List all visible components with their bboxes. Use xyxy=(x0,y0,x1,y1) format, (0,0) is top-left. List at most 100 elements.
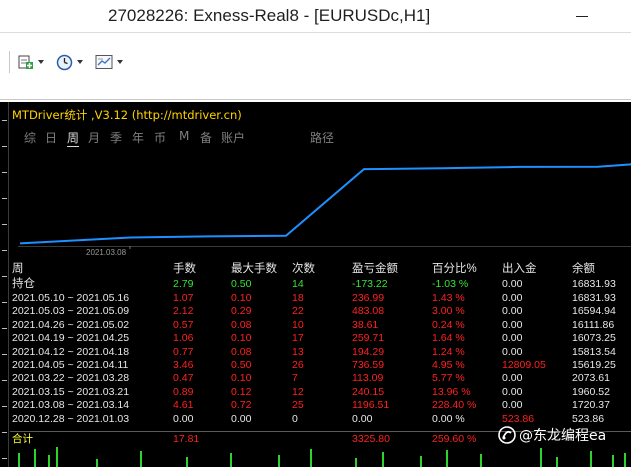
table-cell-balance: 2073.61 xyxy=(572,372,610,384)
table-cell-period: 2020.12.28 ~ 2021.01.03 xyxy=(12,413,130,425)
table-cell-pnl: 1196.51 xyxy=(352,399,390,411)
column-header: 周 xyxy=(12,263,24,275)
table-cell-period: 2021.03.22 ~ 2021.03.28 xyxy=(12,372,130,384)
bilibili-logo-icon xyxy=(498,426,516,444)
clock-icon xyxy=(56,54,73,70)
table-cell-pnl: 240.15 xyxy=(352,386,385,398)
volume-bar xyxy=(34,449,36,467)
table-cell-lots: 0.77 xyxy=(173,346,194,358)
chevron-down-icon xyxy=(117,60,123,64)
column-header: 手数 xyxy=(173,263,196,275)
watermark-text: @东龙编程ea xyxy=(519,428,607,444)
periods-button[interactable] xyxy=(56,50,83,74)
table-cell-lots: 1.06 xyxy=(173,332,194,344)
open-position-label: 持仓 xyxy=(12,278,35,290)
new-chart-icon xyxy=(18,55,33,69)
open-position-count: 14 xyxy=(292,278,304,290)
column-header: 盈亏金额 xyxy=(352,263,398,275)
table-cell-max_lots: 0.12 xyxy=(231,386,252,398)
table-cell-lots: 4.61 xyxy=(173,399,194,411)
volume-bar xyxy=(48,455,50,467)
watermark: @东龙编程ea xyxy=(498,423,606,447)
volume-bar xyxy=(56,447,58,467)
table-cell-flow: 0.00 xyxy=(502,386,523,398)
volume-bar xyxy=(446,450,448,467)
table-cell-count: 13 xyxy=(292,346,304,358)
table-cell-max_lots: 0.08 xyxy=(231,346,252,358)
table-cell-flow: 12809.05 xyxy=(502,359,546,371)
table-cell-period: 2021.04.26 ~ 2021.05.02 xyxy=(12,319,130,331)
volume-bar xyxy=(230,453,232,467)
template-button[interactable] xyxy=(95,50,123,74)
volume-bar xyxy=(624,453,626,467)
column-header: 余额 xyxy=(572,263,595,275)
table-cell-flow: 0.00 xyxy=(502,346,523,358)
table-cell-lots: 2.12 xyxy=(173,305,194,317)
table-cell-count: 26 xyxy=(292,359,304,371)
open-position-balance: 16831.93 xyxy=(572,278,616,290)
table-cell-count: 7 xyxy=(292,372,298,384)
table-cell-max_lots: 0.10 xyxy=(231,292,252,304)
table-cell-pnl: 483.08 xyxy=(352,305,385,317)
table-cell-pct: 3.00 % xyxy=(432,305,465,317)
table-cell-count: 25 xyxy=(292,399,304,411)
table-cell-count: 12 xyxy=(292,386,304,398)
volume-bar xyxy=(590,451,592,467)
table-cell-max_lots: 0.10 xyxy=(231,332,252,344)
minimize-icon[interactable] xyxy=(574,8,590,24)
column-header: 出入金 xyxy=(502,263,537,275)
volume-bar xyxy=(420,456,422,467)
table-cell-count: 22 xyxy=(292,305,304,317)
table-cell-balance: 16594.94 xyxy=(572,305,616,317)
table-cell-pnl: 736.59 xyxy=(352,359,385,371)
table-cell-period: 2021.04.19 ~ 2021.04.25 xyxy=(12,332,130,344)
table-cell-pnl: 38.61 xyxy=(352,319,379,331)
window-title-bar: 27028226: Exness-Real8 - [EURUSDc,H1] xyxy=(0,0,631,33)
table-cell-pct: 4.95 % xyxy=(432,359,465,371)
volume-bars xyxy=(18,447,626,467)
window-title: 27028226: Exness-Real8 - [EURUSDc,H1] xyxy=(108,6,431,25)
table-cell-pct: 5.77 % xyxy=(432,372,465,384)
table-cell-max_lots: 0.08 xyxy=(231,319,252,331)
toolbar xyxy=(0,34,631,100)
table-cell-balance: 15813.54 xyxy=(572,346,616,358)
open-position-flow: 0.00 xyxy=(502,278,523,290)
table-cell-max_lots: 0.29 xyxy=(231,305,252,317)
table-cell-balance: 16073.25 xyxy=(572,332,616,344)
table-cell-lots: 0.47 xyxy=(173,372,194,384)
table-cell-pct: 1.64 % xyxy=(432,332,465,344)
table-cell-pnl: 259.71 xyxy=(352,332,385,344)
statistics-table: 周 手数 最大手数 次数 盈亏金额 百分比% 出入金 余额 持仓 2.79 0.50 14 -173.2… xyxy=(0,102,631,467)
volume-bar xyxy=(355,458,357,467)
open-position-pnl: -173.22 xyxy=(352,278,388,290)
volume-bar xyxy=(540,448,542,467)
volume-bar xyxy=(612,455,614,467)
table-cell-pnl: 0.00 xyxy=(352,413,373,425)
table-cell-count: 10 xyxy=(292,319,304,331)
table-cell-balance: 16111.86 xyxy=(572,319,615,331)
column-header: 百分比% xyxy=(432,263,477,275)
table-cell-lots: 0.89 xyxy=(173,386,194,398)
table-cell-period: 2021.04.05 ~ 2021.04.11 xyxy=(12,359,129,371)
volume-bar xyxy=(480,454,482,467)
table-cell-lots: 3.46 xyxy=(173,359,194,371)
table-cell-period: 2021.03.08 ~ 2021.03.14 xyxy=(12,399,130,411)
volume-bar xyxy=(310,449,312,467)
table-cell-flow: 0.00 xyxy=(502,319,523,331)
table-cell-pnl: 236.99 xyxy=(352,292,385,304)
volume-bar xyxy=(18,453,20,467)
volume-bar xyxy=(278,455,280,467)
volume-bar xyxy=(140,451,142,467)
table-cell-balance: 15619.25 xyxy=(572,359,616,371)
table-cell-period: 2021.05.10 ~ 2021.05.16 xyxy=(12,292,130,304)
table-cell-period: 2021.04.12 ~ 2021.04.18 xyxy=(12,346,130,358)
table-cell-count: 17 xyxy=(292,332,304,344)
chevron-down-icon xyxy=(77,60,83,64)
column-header: 次数 xyxy=(292,263,315,275)
toolbar-separator xyxy=(9,51,10,73)
new-chart-button[interactable] xyxy=(18,50,44,74)
table-cell-flow: 0.00 xyxy=(502,292,523,304)
table-cell-count: 0 xyxy=(292,413,298,425)
open-position-max_lots: 0.50 xyxy=(231,278,252,290)
table-cell-max_lots: 0.50 xyxy=(231,359,252,371)
